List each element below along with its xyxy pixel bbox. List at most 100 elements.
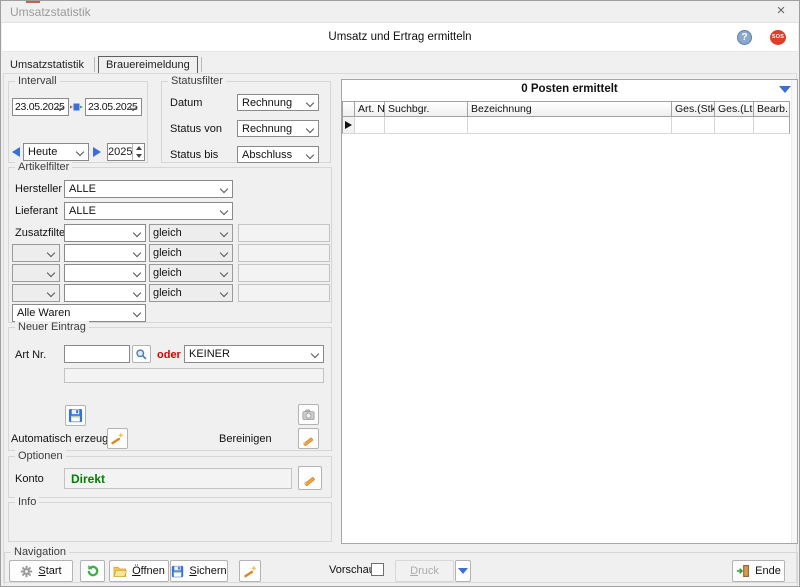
- automatisch-erzeugen-button[interactable]: [107, 428, 128, 449]
- date-link-icon[interactable]: [70, 101, 83, 113]
- group-optionen-legend: Optionen: [15, 450, 66, 462]
- results-grid: Art. Nr. Suchbgr. Bezeichnung Ges.(Stk) …: [342, 101, 790, 134]
- search-icon: [135, 348, 148, 361]
- zusatzfilter-operator-combo-1[interactable]: gleich: [149, 224, 233, 242]
- open-folder-icon: [113, 565, 127, 578]
- results-panel: 0 Posten ermittelt Art. Nr. Suchbgr. Bez…: [341, 79, 798, 544]
- ende-label: Ende: [755, 565, 781, 577]
- art-nr-search-button[interactable]: [132, 345, 151, 363]
- camera-button[interactable]: [298, 404, 319, 425]
- konto-edit-button[interactable]: [298, 466, 322, 490]
- eintrag-speichern-button[interactable]: [65, 405, 86, 426]
- status-bis-combo[interactable]: Abschluss: [237, 146, 319, 163]
- start-button[interactable]: Start: [9, 560, 73, 582]
- magic-wand-icon: [110, 431, 125, 446]
- period-combo[interactable]: Heute: [23, 143, 89, 161]
- refresh-button[interactable]: [80, 560, 105, 582]
- zusatzfilter-logic-combo-4[interactable]: [12, 284, 60, 302]
- group-info-legend: Info: [15, 496, 39, 508]
- artikel-combo[interactable]: KEINER: [184, 345, 324, 363]
- period-next-icon[interactable]: [93, 147, 101, 157]
- tab-separator: [201, 57, 202, 72]
- zusatzfilter-value-field-4[interactable]: [238, 284, 330, 302]
- sos-icon[interactable]: SOS: [770, 30, 786, 45]
- results-count-text: 0 Posten ermittelt: [342, 83, 797, 95]
- save-disk-icon: [68, 408, 83, 423]
- artikel-info-field: [64, 368, 324, 383]
- spin-up-icon[interactable]: [133, 144, 144, 152]
- zusatzfilter-value-field-3[interactable]: [238, 264, 330, 282]
- datum-combo[interactable]: Rechnung: [237, 94, 319, 111]
- tab-brauereimeldung[interactable]: Brauereimeldung: [98, 56, 198, 74]
- bereinigen-button[interactable]: [298, 428, 319, 449]
- help-icon[interactable]: ?: [737, 30, 752, 45]
- gear-icon: [20, 565, 33, 578]
- dropdown-arrow-icon: [458, 568, 468, 574]
- grid-col-bearb[interactable]: Bearb.: [753, 101, 790, 117]
- grid-selector-header: [342, 101, 354, 117]
- zusatzfilter-field-combo-2[interactable]: [64, 244, 146, 262]
- wand-button[interactable]: [239, 560, 261, 582]
- lieferant-combo[interactable]: ALLE: [64, 202, 233, 220]
- year-value: 2025: [108, 145, 131, 160]
- window-title: Umsatzstatistik: [10, 5, 91, 19]
- spin-down-icon[interactable]: [133, 152, 144, 160]
- group-navigation: Navigation Start Öffnen Sichern: [4, 552, 798, 585]
- oder-label: oder: [157, 349, 181, 361]
- grid-empty-row[interactable]: [342, 117, 790, 134]
- group-info: Info: [8, 502, 332, 542]
- status-von-combo[interactable]: Rechnung: [237, 120, 319, 137]
- grid-col-suchbgr[interactable]: Suchbgr.: [384, 101, 467, 117]
- druck-dropdown-button[interactable]: [455, 560, 471, 582]
- hersteller-combo[interactable]: ALLE: [64, 180, 233, 198]
- zusatzfilter-logic-combo-3[interactable]: [12, 264, 60, 282]
- group-navigation-legend: Navigation: [11, 546, 69, 558]
- art-nr-input[interactable]: [64, 345, 130, 363]
- vorschau-checkbox[interactable]: [371, 563, 384, 576]
- oeffnen-button[interactable]: Öffnen: [109, 560, 169, 582]
- zusatzfilter-field-combo-3[interactable]: [64, 264, 146, 282]
- automatisch-erzeugen-label: Automatisch erzeugen: [11, 433, 120, 445]
- druck-button[interactable]: Druck: [395, 560, 454, 582]
- warengruppe-combo[interactable]: Alle Waren: [12, 304, 146, 322]
- grid-row-selector: [342, 117, 354, 134]
- results-dropdown-icon[interactable]: [779, 86, 791, 93]
- sichern-button[interactable]: Sichern: [170, 560, 228, 582]
- grid-col-bezeichnung[interactable]: Bezeichnung: [467, 101, 671, 117]
- datum-label: Datum: [170, 97, 202, 109]
- close-icon[interactable]: ×: [772, 2, 790, 20]
- vorschau-label: Vorschau: [329, 564, 375, 576]
- title-bar: Umsatzstatistik ×: [1, 1, 799, 23]
- zusatzfilter-operator-combo-3[interactable]: gleich: [149, 264, 233, 282]
- bereinigen-label: Bereinigen: [219, 433, 272, 445]
- pencil-icon: [301, 431, 316, 446]
- konto-label: Konto: [15, 473, 44, 485]
- zusatzfilter-field-combo-4[interactable]: [64, 284, 146, 302]
- period-prev-icon[interactable]: [12, 147, 20, 157]
- vertical-scrollbar[interactable]: [791, 80, 797, 543]
- ende-button[interactable]: Ende: [732, 560, 785, 582]
- grid-col-artnr[interactable]: Art. Nr.: [354, 101, 384, 117]
- zusatzfilter-value-field-1[interactable]: [238, 224, 330, 242]
- zusatzfilter-label: Zusatzfilter: [15, 227, 69, 239]
- umsatzstatistik-window: Umsatzstatistik × Umsatz und Ertrag ermi…: [0, 0, 800, 587]
- zusatzfilter-field-combo-1[interactable]: [64, 224, 146, 242]
- tab-umsatzstatistik[interactable]: Umsatzstatistik: [3, 57, 91, 73]
- group-artikelfilter-legend: Artikelfilter: [15, 161, 72, 173]
- date-from-combo[interactable]: 23.05.2025: [12, 98, 69, 116]
- date-to-combo[interactable]: 23.05.2025: [85, 98, 142, 116]
- konto-field: Direkt: [64, 468, 292, 489]
- year-spin-buttons[interactable]: [132, 144, 144, 160]
- titlebar-artifact: [26, 1, 40, 3]
- grid-col-ges-stk[interactable]: Ges.(Stk): [671, 101, 714, 117]
- zusatzfilter-operator-combo-4[interactable]: gleich: [149, 284, 233, 302]
- grid-col-ges-ltr[interactable]: Ges.(Ltr): [714, 101, 753, 117]
- zusatzfilter-logic-combo-2[interactable]: [12, 244, 60, 262]
- zusatzfilter-operator-combo-2[interactable]: gleich: [149, 244, 233, 262]
- tab-separator: [94, 57, 95, 72]
- refresh-arrow-icon: [86, 564, 100, 578]
- zusatzfilter-value-field-2[interactable]: [238, 244, 330, 262]
- year-stepper[interactable]: 2025: [107, 143, 145, 161]
- art-nr-label: Art Nr.: [15, 349, 46, 361]
- konto-value: Direkt: [71, 472, 105, 486]
